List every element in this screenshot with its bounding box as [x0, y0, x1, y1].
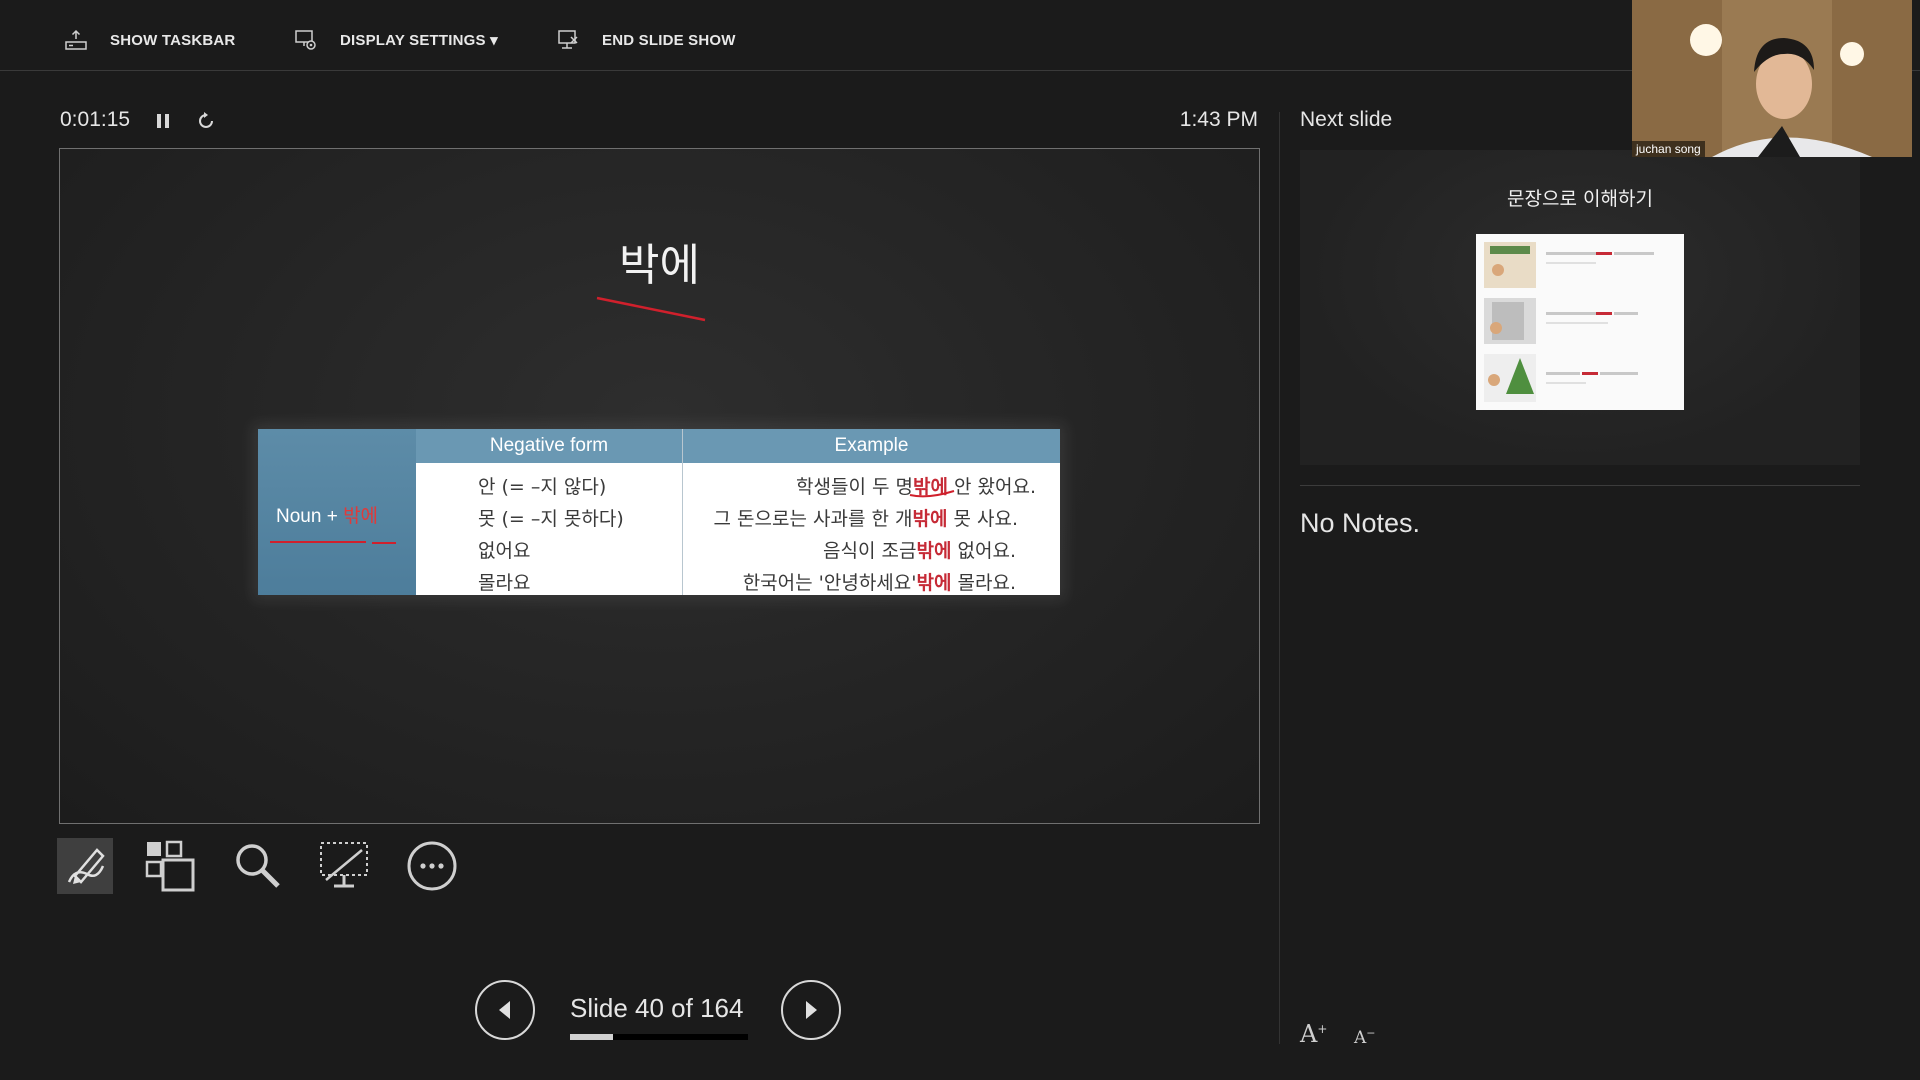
display-settings-button[interactable]: DISPLAY SETTINGS ▾: [294, 24, 498, 56]
see-all-slides-button[interactable]: [143, 838, 199, 894]
more-options-button[interactable]: [404, 838, 460, 894]
previous-slide-button[interactable]: [475, 980, 535, 1040]
current-time: 1:43 PM: [1179, 108, 1258, 131]
zoom-icon: [236, 844, 280, 888]
table-left-column: Noun + 밖에: [258, 429, 416, 595]
slide-counter[interactable]: Slide 40 of 164: [570, 993, 743, 1024]
negative-form-1: 안 (= –지 않다): [478, 476, 607, 498]
slide-progress-bar: [570, 1034, 748, 1040]
display-settings-label: DISPLAY SETTINGS ▾: [340, 32, 498, 49]
next-slide-preview[interactable]: 문장으로 이해하기: [1300, 150, 1860, 465]
current-slide[interactable]: 박에 Noun + 밖에 Negative form Example 안 (= …: [59, 148, 1260, 824]
webcam-participant-name: juchan song: [1632, 141, 1705, 157]
ink-underline-example: [909, 490, 955, 498]
noun-label: Noun + 밖에: [276, 506, 379, 527]
notes-divider: [1300, 485, 1860, 486]
next-slide-thumbnail: [1476, 234, 1684, 410]
next-slide-button[interactable]: [781, 980, 841, 1040]
black-screen-button[interactable]: [316, 838, 372, 894]
speaker-notes: No Notes.: [1300, 508, 1421, 538]
display-settings-icon: [295, 30, 316, 50]
decrease-font-icon: A−: [1354, 1026, 1376, 1048]
increase-font-icon: A+: [1300, 1020, 1328, 1048]
example-4: 한국어는 '안녕하세요'밖에 몰라요.: [742, 572, 1016, 594]
next-slide-label: Next slide: [1300, 108, 1393, 131]
header-negative-form: Negative form: [416, 429, 682, 463]
header-example: Example: [683, 429, 1060, 463]
slide-title: 박에: [619, 240, 700, 291]
pane-divider: [1279, 112, 1280, 1044]
zoom-button[interactable]: [230, 838, 286, 894]
elapsed-timer: 0:01:15: [60, 108, 131, 131]
webcam-person-image: [1632, 0, 1912, 157]
grammar-table: Noun + 밖에 Negative form Example 안 (= –지 …: [258, 429, 1060, 595]
end-slide-show-button[interactable]: END SLIDE SHOW: [556, 24, 736, 56]
increase-font-button[interactable]: A+: [1300, 1020, 1327, 1048]
ink-underline-title: [596, 296, 706, 322]
restart-timer-icon[interactable]: [195, 110, 217, 132]
more-options-icon: [407, 841, 457, 891]
end-slide-show-label: END SLIDE SHOW: [602, 31, 736, 49]
table-divider: [682, 429, 683, 595]
example-3: 음식이 조금밖에 없어요.: [823, 540, 1016, 562]
end-show-icon: [558, 30, 578, 49]
show-taskbar-label: SHOW TASKBAR: [110, 31, 236, 49]
negative-form-2: 못 (= –지 못하다): [478, 508, 624, 530]
negative-form-4: 몰라요: [478, 572, 531, 594]
illustration-image: [1484, 242, 1654, 402]
ink-underline-noun: [270, 541, 396, 544]
see-all-slides-icon: [145, 840, 195, 892]
pause-timer-icon[interactable]: [152, 110, 174, 132]
slide-progress-fill: [570, 1034, 613, 1040]
chevron-right-icon: [806, 1001, 817, 1019]
pen-tool-icon: [67, 848, 105, 884]
taskbar-icon: [65, 29, 87, 50]
decrease-font-button[interactable]: A−: [1354, 1026, 1376, 1048]
negative-form-3: 없어요: [478, 540, 531, 562]
chevron-left-icon: [499, 1001, 510, 1019]
pen-tool-button[interactable]: [57, 838, 113, 894]
next-slide-title: 문장으로 이해하기: [1507, 188, 1653, 210]
show-taskbar-button[interactable]: SHOW TASKBAR: [64, 24, 235, 56]
webcam-video: juchan song: [1632, 0, 1912, 157]
example-2: 그 돈으로는 사과를 한 개밖에 못 사요.: [713, 508, 1019, 530]
black-screen-icon: [320, 842, 368, 888]
